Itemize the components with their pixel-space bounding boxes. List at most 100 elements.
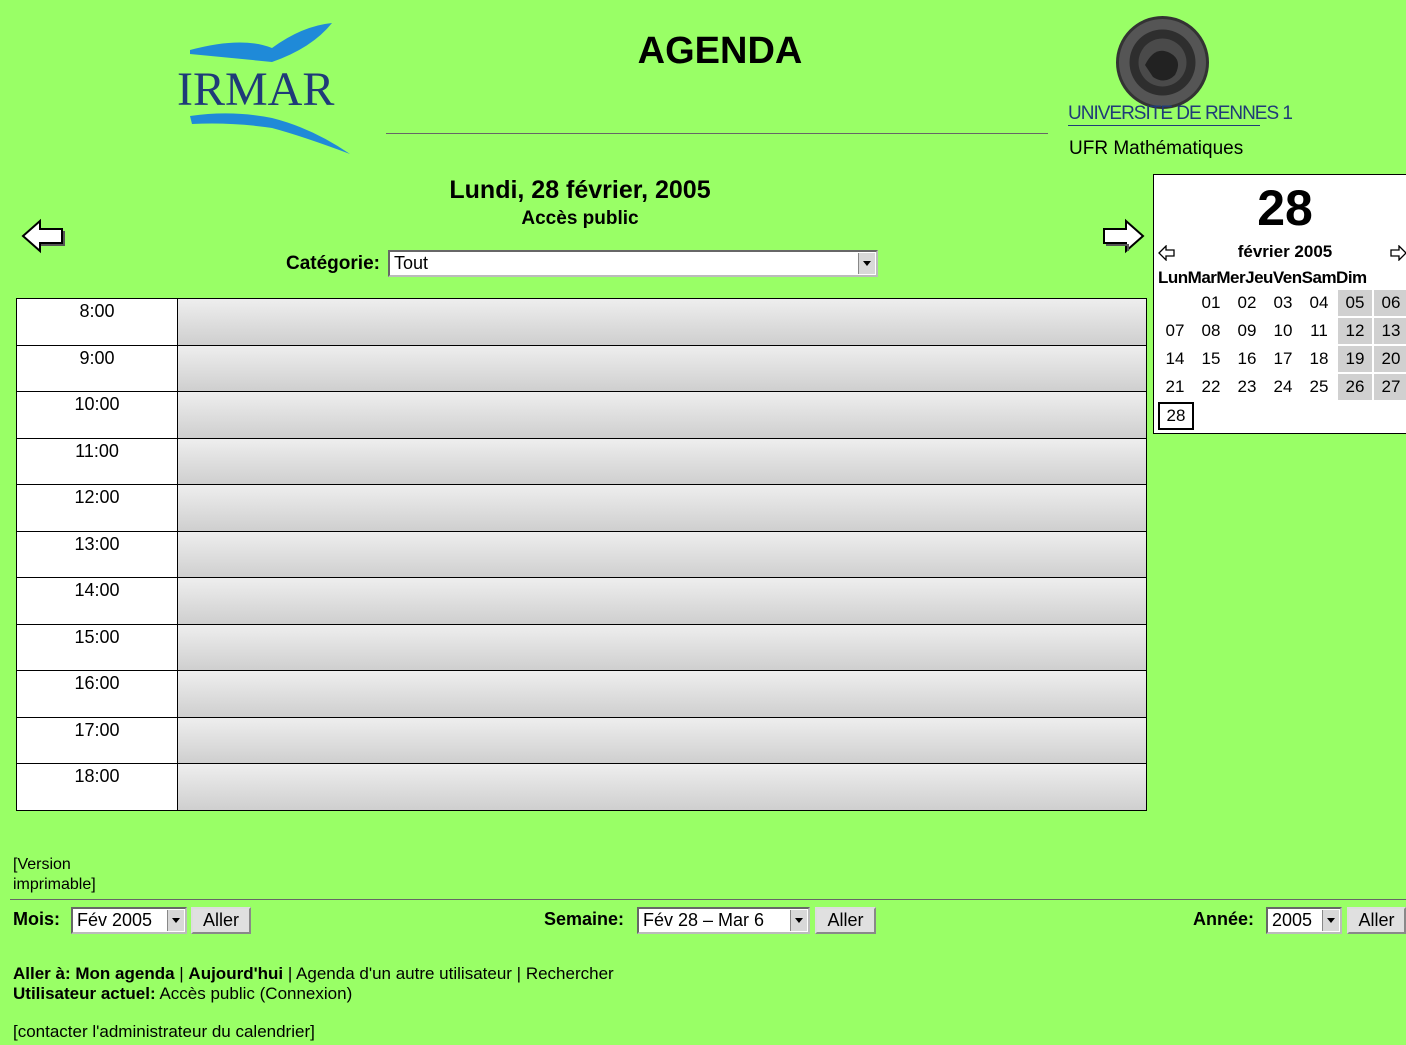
mini-calendar-date[interactable]: 14 — [1158, 346, 1192, 372]
current-user-line: Utilisateur actuel: Accès public (Connex… — [13, 984, 352, 1004]
month-go-button[interactable]: Aller — [191, 907, 251, 934]
hour-slot[interactable] — [177, 345, 1146, 391]
hour-label: 15:00 — [74, 626, 120, 647]
mini-calendar-date[interactable]: 09 — [1230, 318, 1264, 344]
search-link[interactable]: Rechercher — [526, 964, 614, 983]
category-select[interactable]: Tout — [388, 250, 878, 277]
mini-calendar-date[interactable]: 11 — [1302, 318, 1336, 344]
mini-calendar-date[interactable]: 13 — [1374, 318, 1406, 344]
hour-slot[interactable] — [177, 392, 1146, 438]
year-select-value: 2005 — [1272, 910, 1313, 930]
mini-calendar-date[interactable]: 15 — [1194, 346, 1228, 372]
hour-row: 13:00 — [17, 531, 1146, 578]
next-month-arrow-icon[interactable] — [1389, 245, 1406, 261]
hour-label: 17:00 — [74, 719, 120, 740]
mini-calendar-date[interactable]: 27 — [1374, 374, 1406, 400]
month-label: Mois: — [13, 909, 60, 929]
hour-row: 12:00 — [17, 485, 1146, 532]
irmar-logo: IRMAR — [172, 18, 372, 158]
footer-divider — [10, 899, 1406, 900]
hour-slot[interactable] — [177, 717, 1146, 763]
next-day-arrow-icon[interactable] — [1100, 218, 1146, 254]
mini-calendar-date[interactable]: 04 — [1302, 290, 1336, 316]
chevron-down-icon[interactable] — [167, 910, 184, 931]
mini-calendar-date[interactable]: 16 — [1230, 346, 1264, 372]
chevron-down-icon[interactable] — [1322, 910, 1339, 931]
mini-calendar-date[interactable]: 02 — [1230, 290, 1264, 316]
mini-calendar-date[interactable]: 05 — [1338, 290, 1372, 316]
hour-row: 15:00 — [17, 624, 1146, 671]
mini-calendar-date[interactable]: 20 — [1374, 346, 1406, 372]
page-title: AGENDA — [637, 30, 803, 72]
year-select[interactable]: 2005 — [1266, 907, 1342, 934]
mini-calendar-date[interactable]: 22 — [1194, 374, 1228, 400]
hour-row: 17:00 — [17, 717, 1146, 764]
hour-label: 16:00 — [74, 673, 120, 693]
hour-slot[interactable] — [177, 624, 1146, 670]
hour-slot[interactable] — [177, 671, 1146, 717]
category-label: Catégorie: — [286, 253, 380, 274]
hour-label: 18:00 — [74, 766, 120, 786]
mini-calendar-date[interactable]: 10 — [1266, 318, 1300, 344]
title-divider — [386, 133, 1048, 134]
mini-calendar-date[interactable]: 03 — [1266, 290, 1300, 316]
goto-label: Aller à: — [13, 964, 71, 983]
chevron-down-icon[interactable] — [790, 910, 807, 931]
other-user-agenda-link[interactable]: Agenda d'un autre utilisateur — [296, 964, 512, 983]
mini-calendar-date[interactable]: 01 — [1194, 290, 1228, 316]
previous-day-arrow-icon[interactable] — [20, 218, 66, 254]
month-select-value: Fév 2005 — [77, 910, 153, 930]
printable-version-link[interactable]: [Version imprimable] — [13, 855, 133, 895]
day-schedule-table: 8:00 9:00 10:00 11:00 12:00 13:00 14:00 15:00 16… — [16, 298, 1147, 811]
chevron-down-icon[interactable] — [858, 253, 875, 274]
mini-calendar-date[interactable]: 24 — [1266, 374, 1300, 400]
goto-links: Aller à: Mon agenda | Aujourd'hui | Agen… — [13, 964, 614, 983]
hour-row: 18:00 — [17, 764, 1146, 811]
mini-calendar-date[interactable]: 21 — [1158, 374, 1192, 400]
mini-calendar-date[interactable]: 07 — [1158, 318, 1192, 344]
week-select-value: Fév 28 – Mar 6 — [643, 910, 765, 930]
contact-admin-link[interactable]: [contacter l'administrateur du calendrie… — [13, 1022, 315, 1042]
mini-calendar-date[interactable]: 18 — [1302, 346, 1336, 372]
hour-label: 10:00 — [74, 394, 120, 414]
mini-calendar-date[interactable]: 19 — [1338, 346, 1372, 372]
hour-slot[interactable] — [177, 299, 1146, 345]
mini-calendar-date[interactable]: 06 — [1374, 290, 1406, 316]
hour-slot[interactable] — [177, 438, 1146, 484]
mini-calendar-day: 28 — [1257, 180, 1313, 236]
hour-slot[interactable] — [177, 531, 1146, 577]
hour-label: 12:00 — [74, 487, 120, 507]
week-select[interactable]: Fév 28 – Mar 6 — [637, 907, 810, 934]
category-select-value: Tout — [394, 253, 429, 273]
mini-calendar-date[interactable]: 08 — [1194, 318, 1228, 344]
hour-slot[interactable] — [177, 578, 1146, 624]
university-name: UNIVERSITE DE RENNES 1 — [1068, 103, 1293, 124]
year-go-button[interactable]: Aller — [1347, 907, 1406, 934]
week-go-button[interactable]: Aller — [815, 907, 876, 934]
mini-calendar-date[interactable]: 12 — [1338, 318, 1372, 344]
hour-label: 14:00 — [74, 580, 120, 600]
month-select[interactable]: Fév 2005 — [71, 907, 187, 934]
hour-slot[interactable] — [177, 764, 1146, 810]
week-label: Semaine: — [544, 909, 625, 929]
hour-slot[interactable] — [177, 485, 1146, 531]
access-label: Accès public — [521, 208, 639, 229]
my-agenda-link[interactable]: Mon agenda — [75, 964, 174, 983]
hour-row: 16:00 — [17, 671, 1146, 718]
mini-calendar-month: février 2005 — [1237, 242, 1333, 261]
ufr-name: UFR Mathématiques — [1069, 138, 1244, 159]
mini-calendar-date[interactable]: 26 — [1338, 374, 1372, 400]
mini-calendar-date[interactable]: 25 — [1302, 374, 1336, 400]
mini-calendar-weekdays: LunMarMerJeuVenSamDim — [1158, 268, 1367, 287]
mini-calendar-date[interactable]: 28 — [1158, 402, 1194, 430]
login-link[interactable]: (Connexion) — [260, 984, 353, 1003]
irmar-logo-text: IRMAR — [177, 63, 335, 116]
current-user-value: Accès public — [159, 984, 255, 1003]
hour-row: 9:00 — [17, 345, 1146, 392]
university-underline — [1068, 125, 1260, 126]
mini-calendar-date[interactable]: 23 — [1230, 374, 1264, 400]
hour-label: 9:00 — [79, 347, 115, 368]
today-link[interactable]: Aujourd'hui — [188, 964, 283, 983]
mini-calendar-date[interactable]: 17 — [1266, 346, 1300, 372]
hour-row: 14:00 — [17, 578, 1146, 625]
